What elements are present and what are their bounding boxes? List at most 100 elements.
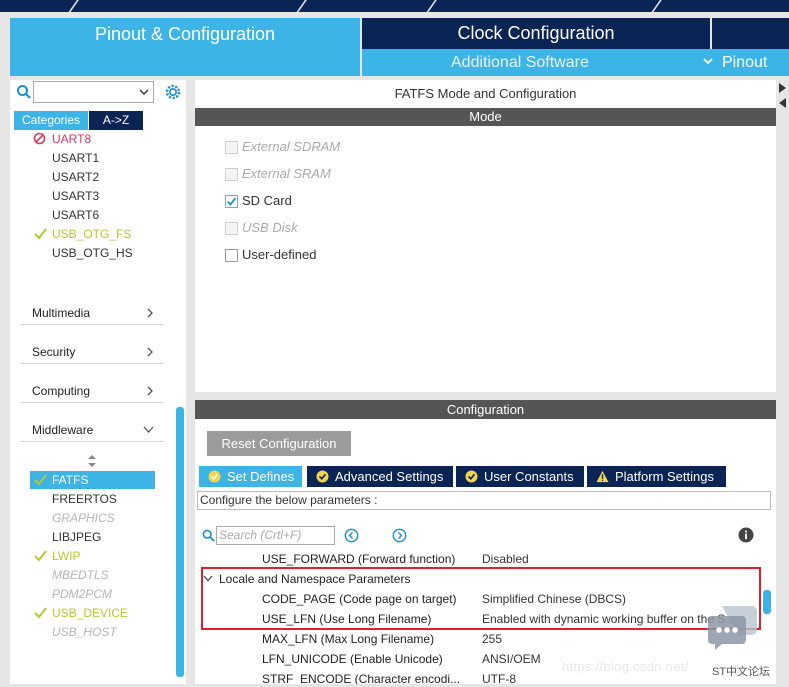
configure-description: Configure the below parameters : xyxy=(197,491,771,510)
mode-panel xyxy=(195,80,776,392)
tab-label: Pinout & Configuration xyxy=(94,24,276,44)
tab-platform-settings[interactable]: Platform Settings xyxy=(587,466,726,487)
list-item-uart8[interactable]: UART8 xyxy=(52,131,91,147)
reset-configuration-button[interactable]: Reset Configuration xyxy=(207,431,351,456)
chevron-right-icon xyxy=(147,347,153,357)
category-computing[interactable]: Computing xyxy=(20,380,164,403)
tab-set-defines[interactable]: Set Defines xyxy=(199,466,302,487)
category-label: Security xyxy=(32,345,76,359)
checkmark-icon xyxy=(34,228,47,240)
list-item-usb-otg-fs[interactable]: USB_OTG_FS xyxy=(52,226,131,242)
triangle-right-icon[interactable] xyxy=(778,83,786,93)
tab-pinout-configuration[interactable]: Pinout & Configuration xyxy=(10,18,360,76)
tab-pinout-view[interactable]: Pinout xyxy=(722,54,767,72)
list-item-lwip[interactable]: LWIP xyxy=(52,548,80,564)
mode-section-header: Mode xyxy=(195,108,776,126)
param-name[interactable]: LFN_UNICODE (Enable Unicode) xyxy=(262,652,443,666)
error-icon xyxy=(33,132,46,145)
category-label: Computing xyxy=(32,384,91,398)
triangle-left-icon[interactable] xyxy=(778,98,786,108)
checkmark-icon xyxy=(34,550,47,562)
tab-additional-software[interactable]: Additional Software xyxy=(451,54,589,72)
sort-icon[interactable] xyxy=(87,455,97,467)
list-item-mbedtls[interactable]: MBEDTLS xyxy=(52,567,109,583)
checkmark-icon xyxy=(226,197,237,206)
param-value[interactable]: Disabled xyxy=(482,552,529,566)
left-scrollbar[interactable] xyxy=(176,135,184,680)
check-circle-icon xyxy=(208,470,221,483)
tab-a-z[interactable]: A->Z xyxy=(89,111,143,130)
search-combo[interactable] xyxy=(33,81,154,103)
selected-row-highlight xyxy=(30,471,155,489)
decor-line xyxy=(647,0,665,12)
previous-result-icon[interactable] xyxy=(344,528,359,543)
checkmark-icon xyxy=(34,474,47,486)
category-multimedia[interactable]: Multimedia xyxy=(20,302,164,325)
checkbox-external-sram[interactable] xyxy=(225,168,238,181)
tab-label: User Constants xyxy=(484,469,574,484)
list-item-usb-device[interactable]: USB_DEVICE xyxy=(52,605,128,621)
list-item-usb-otg-hs[interactable]: USB_OTG_HS xyxy=(52,245,133,261)
tab-advanced-settings[interactable]: Advanced Settings xyxy=(307,466,453,487)
watermark-url: https://blog.csdn.net/ xyxy=(562,659,689,674)
checkbox-label: External SRAM xyxy=(242,166,331,181)
top-strip xyxy=(0,0,789,12)
category-middleware[interactable]: Middleware xyxy=(20,419,164,442)
chevron-right-icon xyxy=(147,308,153,318)
checkbox-label: SD Card xyxy=(242,193,292,208)
check-circle-icon xyxy=(316,470,329,483)
warning-icon xyxy=(596,470,609,483)
chevron-down-icon[interactable] xyxy=(703,56,713,66)
list-item-pdm2pcm[interactable]: PDM2PCM xyxy=(52,586,112,602)
list-item-usb-host[interactable]: USB_HOST xyxy=(52,624,117,640)
checkbox-usb-disk[interactable] xyxy=(225,222,238,235)
info-icon[interactable] xyxy=(738,527,754,543)
configuration-section-header: Configuration xyxy=(195,400,776,419)
decor-line xyxy=(64,0,82,12)
scrollbar-thumb[interactable] xyxy=(176,407,184,677)
list-item-graphics[interactable]: GRAPHICS xyxy=(52,510,115,526)
checkbox-label: User-defined xyxy=(242,247,317,262)
gear-icon[interactable] xyxy=(164,83,182,101)
checkmark-icon xyxy=(34,607,47,619)
search-icon xyxy=(202,529,215,542)
chevron-down-icon xyxy=(139,89,149,95)
search-icon xyxy=(17,85,31,99)
list-item-usart3[interactable]: USART3 xyxy=(52,188,99,204)
decor-line xyxy=(422,0,440,12)
tab-clock-configuration[interactable]: Clock Configuration xyxy=(362,18,710,49)
list-item-usart1[interactable]: USART1 xyxy=(52,150,99,166)
param-value[interactable]: 255 xyxy=(482,632,502,646)
check-circle-icon xyxy=(465,470,478,483)
chevron-right-icon xyxy=(147,386,153,396)
param-value[interactable]: UTF-8 xyxy=(482,672,516,684)
tab-label: Advanced Settings xyxy=(335,469,444,484)
watermark-forum: ST中文论坛 xyxy=(712,666,771,678)
list-item-freertos[interactable]: FREERTOS xyxy=(52,491,117,507)
param-value[interactable]: ANSI/OEM xyxy=(482,652,541,666)
scrollbar-thumb[interactable] xyxy=(763,590,771,614)
parameter-search-input[interactable]: Search (Crtl+F) xyxy=(216,526,335,545)
param-name[interactable]: STRF_ENCODE (Character encodi... xyxy=(262,672,460,684)
list-item-usart2[interactable]: USART2 xyxy=(52,169,99,185)
param-name[interactable]: MAX_LFN (Max Long Filename) xyxy=(262,632,434,646)
category-security[interactable]: Security xyxy=(20,341,164,364)
tab-extra[interactable] xyxy=(712,18,789,49)
tab-categories[interactable]: Categories xyxy=(14,111,88,130)
list-item-fatfs[interactable]: FATFS xyxy=(52,472,88,488)
checkbox-external-sdram[interactable] xyxy=(225,141,238,154)
tab-label: Clock Configuration xyxy=(457,23,615,43)
checkbox-sd-card[interactable] xyxy=(225,195,238,208)
chevron-down-icon xyxy=(143,426,154,433)
tab-user-constants[interactable]: User Constants xyxy=(456,466,584,487)
category-label: Middleware xyxy=(32,423,94,437)
checkbox-user-defined[interactable] xyxy=(225,249,238,262)
panel-title: FATFS Mode and Configuration xyxy=(394,86,577,101)
next-result-icon[interactable] xyxy=(392,528,407,543)
checkbox-label: External SDRAM xyxy=(242,139,341,154)
param-name[interactable]: USE_FORWARD (Forward function) xyxy=(262,552,455,566)
list-item-usart6[interactable]: USART6 xyxy=(52,207,99,223)
category-label: Multimedia xyxy=(32,306,91,320)
sub-tab-bar: Additional Software Pinout xyxy=(362,49,789,76)
list-item-libjpeg[interactable]: LIBJPEG xyxy=(52,529,101,545)
